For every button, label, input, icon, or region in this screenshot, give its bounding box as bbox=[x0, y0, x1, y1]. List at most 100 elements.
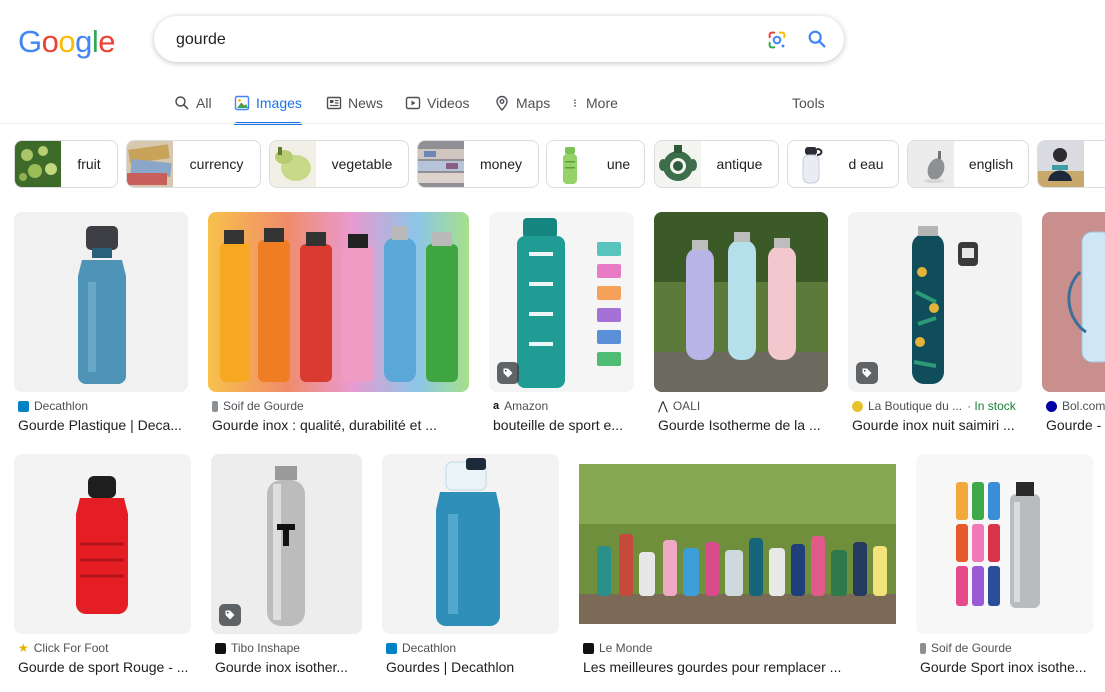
bottle-image bbox=[654, 212, 828, 392]
result-image bbox=[654, 212, 828, 392]
search-input[interactable] bbox=[174, 16, 738, 64]
result-title[interactable]: Gourde - ... bbox=[1046, 417, 1105, 433]
image-icon bbox=[234, 95, 250, 111]
result-source: Soif de Gourde bbox=[212, 399, 304, 413]
chip-label: money bbox=[479, 156, 523, 172]
image-result[interactable]: Bol.com Gourde - ... bbox=[1042, 212, 1105, 442]
more-vert-icon bbox=[574, 99, 576, 107]
tab-label: News bbox=[348, 95, 384, 111]
image-result[interactable]: a Amazon bouteille de sport e... bbox=[489, 212, 634, 442]
chip-antique[interactable]: antique bbox=[654, 140, 779, 188]
lemonde-favicon bbox=[583, 642, 594, 654]
map-pin-icon bbox=[496, 95, 508, 111]
chip-label: une bbox=[606, 156, 631, 172]
image-result[interactable]: Tibo Inshape Gourde inox isother... bbox=[211, 454, 362, 684]
result-title[interactable]: Gourdes | Decathlon bbox=[386, 659, 557, 675]
decathlon-favicon bbox=[386, 642, 397, 654]
search-icon[interactable] bbox=[806, 28, 828, 50]
bol-favicon bbox=[1046, 400, 1057, 412]
logo-letter: G bbox=[18, 24, 42, 59]
source-name: Amazon bbox=[504, 399, 549, 413]
search-icon bbox=[175, 96, 189, 110]
tibo-favicon bbox=[215, 642, 226, 654]
result-image bbox=[382, 454, 559, 634]
result-image bbox=[1042, 212, 1105, 392]
chip-currency[interactable]: currency bbox=[126, 140, 261, 188]
result-title[interactable]: Gourde de sport Rouge - ... bbox=[18, 659, 189, 675]
chip-fruit[interactable]: fruit bbox=[14, 140, 118, 188]
result-source: Tibo Inshape bbox=[215, 641, 300, 655]
tab-news[interactable]: News bbox=[326, 82, 383, 124]
chip-thumbnail bbox=[547, 141, 593, 187]
image-result[interactable]: ★ Click For Foot Gourde de sport Rouge - … bbox=[14, 454, 191, 684]
chip-money[interactable]: money bbox=[417, 140, 539, 188]
tools-button[interactable]: Tools bbox=[792, 82, 825, 124]
result-title[interactable]: Gourde Isotherme de la ... bbox=[658, 417, 826, 433]
bottle-image bbox=[208, 212, 469, 392]
bottle-image bbox=[14, 454, 191, 634]
image-result[interactable]: Decathlon Gourdes | Decathlon bbox=[382, 454, 559, 684]
result-title[interactable]: Gourde inox isother... bbox=[215, 659, 360, 675]
chip-thumbnail bbox=[655, 141, 701, 187]
header-divider bbox=[0, 123, 1105, 124]
tab-images[interactable]: Images bbox=[234, 82, 302, 125]
bottle-image bbox=[382, 454, 559, 634]
source-name: La Boutique du ... bbox=[868, 399, 963, 413]
tab-all[interactable]: All bbox=[174, 82, 212, 124]
product-tag-icon bbox=[856, 362, 878, 384]
logo-letter: e bbox=[98, 24, 116, 59]
source-name: Tibo Inshape bbox=[231, 641, 300, 655]
chip-une[interactable]: une bbox=[546, 140, 645, 188]
tab-label: Videos bbox=[427, 95, 470, 111]
chip-k[interactable]: k bbox=[1037, 140, 1105, 188]
chip-label: d eau bbox=[848, 156, 884, 172]
soif-favicon bbox=[920, 642, 926, 654]
result-title[interactable]: Gourde inox : qualité, durabilité et ... bbox=[212, 417, 467, 433]
result-image bbox=[14, 454, 191, 634]
result-source: Decathlon bbox=[18, 399, 88, 413]
result-source: ⋀ OALI bbox=[658, 399, 700, 413]
news-icon bbox=[326, 96, 342, 110]
tab-label: Maps bbox=[516, 95, 551, 111]
image-result[interactable]: Decathlon Gourde Plastique | Deca... bbox=[14, 212, 188, 442]
chip-label: currency bbox=[189, 156, 244, 172]
result-source: ★ Click For Foot bbox=[18, 641, 108, 655]
result-image bbox=[916, 454, 1093, 634]
google-logo[interactable]: Google bbox=[18, 24, 116, 59]
chip-label: vegetable bbox=[331, 156, 393, 172]
result-title[interactable]: Gourde Plastique | Deca... bbox=[18, 417, 186, 433]
bottle-image bbox=[1042, 212, 1105, 392]
image-result[interactable]: Soif de Gourde Gourde Sport inox isothe.… bbox=[916, 454, 1093, 684]
image-result[interactable]: ⋀ OALI Gourde Isotherme de la ... bbox=[654, 212, 828, 442]
result-title[interactable]: Gourde inox nuit saimiri ... bbox=[852, 417, 1020, 433]
logo-letter: g bbox=[75, 24, 92, 59]
tab-more[interactable]: More bbox=[570, 82, 618, 124]
in-stock-label: · In stock bbox=[967, 399, 1016, 413]
chip-label: antique bbox=[716, 156, 763, 172]
image-result[interactable]: La Boutique du ... · In stock Gourde inox… bbox=[848, 212, 1022, 442]
image-result[interactable]: Le Monde Les meilleures gourdes pour rem… bbox=[579, 454, 896, 684]
tab-maps[interactable]: Maps bbox=[494, 82, 550, 124]
image-result[interactable]: Soif de Gourde Gourde inox : qualité, du… bbox=[208, 212, 469, 442]
result-title[interactable]: Gourde Sport inox isothe... bbox=[920, 659, 1091, 675]
chip-vegetable[interactable]: vegetable bbox=[269, 140, 409, 188]
chip-thumbnail bbox=[15, 141, 61, 187]
bottle-image bbox=[579, 454, 896, 634]
result-title[interactable]: bouteille de sport e... bbox=[493, 417, 632, 433]
boutique-favicon bbox=[852, 400, 863, 412]
logo-letter: o bbox=[58, 24, 76, 59]
chip-d-eau[interactable]: d eau bbox=[787, 140, 899, 188]
source-name: Decathlon bbox=[402, 641, 457, 655]
result-source: Decathlon bbox=[386, 641, 456, 655]
source-name: Click For Foot bbox=[33, 641, 109, 655]
chip-label: fruit bbox=[77, 156, 101, 172]
source-name: Decathlon bbox=[34, 399, 89, 413]
oali-favicon: ⋀ bbox=[658, 399, 668, 413]
star-favicon: ★ bbox=[18, 641, 29, 655]
result-title[interactable]: Les meilleures gourdes pour remplacer ..… bbox=[583, 659, 894, 675]
chip-english[interactable]: english bbox=[907, 140, 1029, 188]
chip-thumbnail bbox=[418, 141, 464, 187]
tab-videos[interactable]: Videos bbox=[405, 82, 470, 124]
google-lens-icon[interactable] bbox=[766, 29, 788, 51]
result-source: a Amazon bbox=[493, 399, 548, 413]
